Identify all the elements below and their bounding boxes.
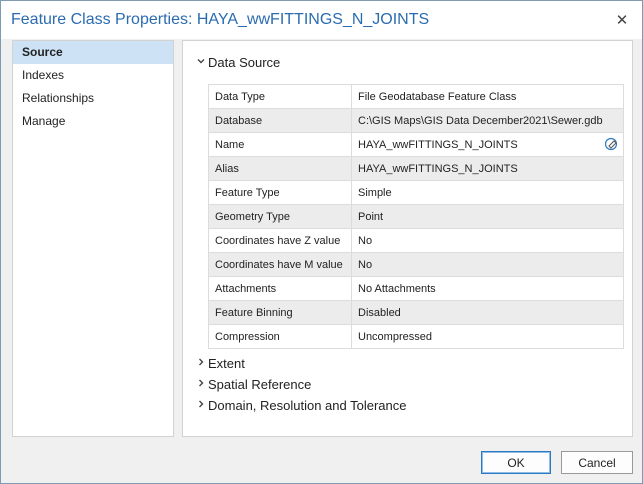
property-key: Feature Binning	[208, 300, 352, 325]
section-label: Data Source	[208, 55, 281, 70]
section-data-source[interactable]: Data Source	[195, 55, 280, 70]
property-value: Simple	[351, 180, 624, 205]
title-bar: Feature Class Properties: HAYA_wwFITTING…	[1, 1, 642, 39]
property-key: Coordinates have M value	[208, 252, 352, 277]
table-row: Database C:\GIS Maps\GIS Data December202…	[208, 108, 624, 133]
section-domain-resolution-tolerance[interactable]: Domain, Resolution and Tolerance	[195, 398, 407, 413]
dialog-title: Feature Class Properties: HAYA_wwFITTING…	[11, 11, 430, 28]
property-key: Name	[208, 132, 352, 157]
data-source-table: Data Type File Geodatabase Feature Class D…	[208, 84, 624, 349]
table-row: Feature Type Simple	[208, 180, 624, 205]
property-key: Alias	[208, 156, 352, 181]
table-row: Feature Binning Disabled	[208, 300, 624, 325]
chevron-right-icon	[195, 378, 207, 391]
property-key: Data Type	[208, 84, 352, 109]
source-panel: Data Source Data Type File Geodatabase Fe…	[182, 40, 633, 437]
property-value: C:\GIS Maps\GIS Data December2021\Sewer.…	[351, 108, 624, 133]
edit-name-icon[interactable]	[604, 136, 620, 152]
property-value-text: HAYA_wwFITTINGS_N_JOINTS	[358, 138, 518, 151]
property-value-text: No	[358, 234, 373, 247]
property-value-text: Uncompressed	[358, 330, 432, 343]
property-value: HAYA_wwFITTINGS_N_JOINTS	[351, 156, 624, 181]
chevron-right-icon	[195, 357, 207, 370]
property-value: No	[351, 228, 624, 253]
property-key: Coordinates have Z value	[208, 228, 352, 253]
section-spatial-reference[interactable]: Spatial Reference	[195, 377, 311, 392]
cancel-button[interactable]: Cancel	[561, 451, 633, 474]
sidebar-item-source[interactable]: Source	[13, 41, 173, 64]
property-key: Geometry Type	[208, 204, 352, 229]
property-key: Compression	[208, 324, 352, 349]
close-icon: ✕	[615, 12, 629, 29]
section-label: Spatial Reference	[208, 377, 312, 392]
property-value-text: C:\GIS Maps\GIS Data December2021\Sewer.…	[358, 114, 603, 127]
table-row: Compression Uncompressed	[208, 324, 624, 349]
property-key: Feature Type	[208, 180, 352, 205]
section-label: Domain, Resolution and Tolerance	[208, 398, 407, 413]
property-key: Database	[208, 108, 352, 133]
property-value: Disabled	[351, 300, 624, 325]
table-row: Coordinates have Z value No	[208, 228, 624, 253]
property-value-text: Simple	[358, 186, 392, 199]
chevron-right-icon	[195, 399, 207, 412]
table-row: Attachments No Attachments	[208, 276, 624, 301]
close-button[interactable]: ✕	[610, 8, 634, 32]
sidebar-nav: Source Indexes Relationships Manage	[12, 40, 174, 437]
section-label: Extent	[208, 356, 245, 371]
property-value: No Attachments	[351, 276, 624, 301]
feature-class-properties-dialog: Feature Class Properties: HAYA_wwFITTING…	[0, 0, 643, 484]
property-key: Attachments	[208, 276, 352, 301]
table-row: Coordinates have M value No	[208, 252, 624, 277]
property-value: File Geodatabase Feature Class	[351, 84, 624, 109]
section-extent[interactable]: Extent	[195, 356, 245, 371]
property-value-text: No	[358, 258, 373, 271]
property-value-text: Disabled	[358, 306, 401, 319]
property-value: Point	[351, 204, 624, 229]
property-value-text: HAYA_wwFITTINGS_N_JOINTS	[358, 162, 518, 175]
sidebar-item-manage[interactable]: Manage	[13, 110, 173, 133]
property-value: Uncompressed	[351, 324, 624, 349]
table-row: Alias HAYA_wwFITTINGS_N_JOINTS	[208, 156, 624, 181]
property-value-text: File Geodatabase Feature Class	[358, 90, 517, 103]
property-value: No	[351, 252, 624, 277]
property-value: HAYA_wwFITTINGS_N_JOINTS	[351, 132, 624, 157]
sidebar-item-indexes[interactable]: Indexes	[13, 64, 173, 87]
table-row: Data Type File Geodatabase Feature Class	[208, 84, 624, 109]
property-value-text: No Attachments	[358, 282, 436, 295]
ok-button[interactable]: OK	[481, 451, 551, 474]
table-row: Geometry Type Point	[208, 204, 624, 229]
sidebar-item-relationships[interactable]: Relationships	[13, 87, 173, 110]
chevron-down-icon	[195, 56, 207, 69]
table-row: Name HAYA_wwFITTINGS_N_JOINTS	[208, 132, 624, 157]
property-value-text: Point	[358, 210, 384, 223]
